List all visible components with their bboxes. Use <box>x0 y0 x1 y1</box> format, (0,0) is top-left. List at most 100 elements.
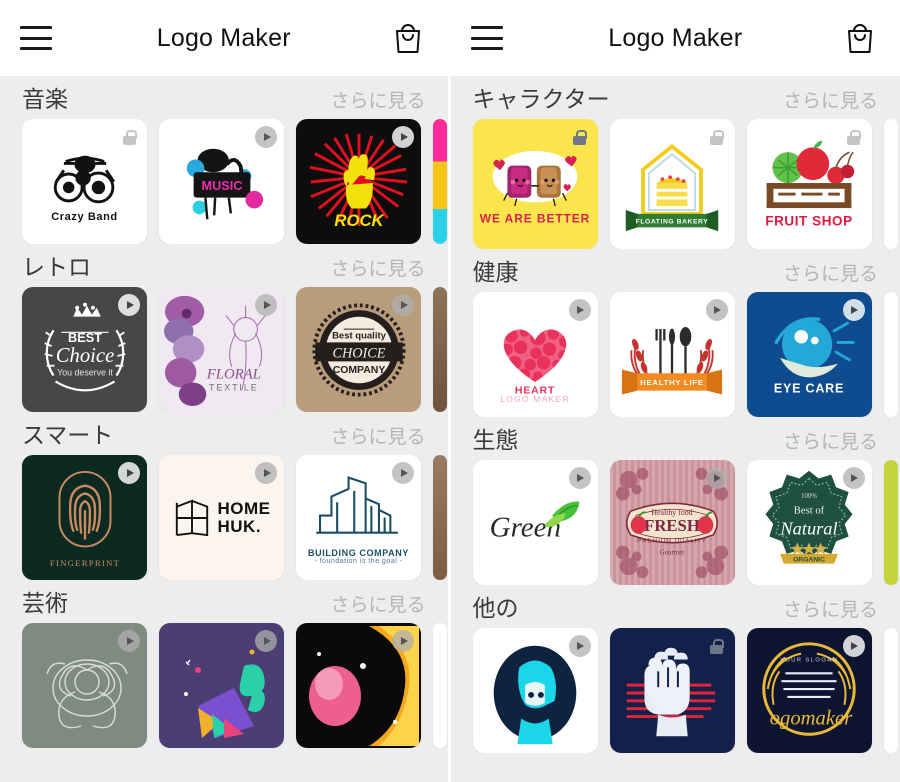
see-more-link[interactable]: さらに見る <box>330 86 425 113</box>
logo-card-partial[interactable] <box>433 455 447 580</box>
play-badge[interactable] <box>255 630 277 652</box>
play-badge[interactable] <box>255 294 277 316</box>
hamburger-menu-icon[interactable] <box>470 26 503 50</box>
logo-card-red-fist[interactable] <box>609 628 735 753</box>
play-badge[interactable] <box>568 467 591 489</box>
card-row[interactable]: Green Healthy food FRESH PREMIUM QUALITY… <box>451 460 900 585</box>
card-row[interactable]: YOUR SLOGAN ogomaker <box>451 628 900 753</box>
lock-badge[interactable] <box>843 126 865 148</box>
lock-icon <box>122 129 137 145</box>
svg-text:100%: 100% <box>801 492 817 499</box>
play-badge[interactable] <box>118 630 140 652</box>
svg-text:Gourmet: Gourmet <box>660 549 685 556</box>
play-icon <box>577 642 584 650</box>
logo-card-partial[interactable] <box>883 119 898 249</box>
lock-badge[interactable] <box>569 126 591 148</box>
svg-text:Best quality: Best quality <box>332 330 387 341</box>
see-more-link[interactable]: さらに見る <box>783 259 878 286</box>
logo-card-partial[interactable] <box>883 292 898 417</box>
lock-badge[interactable] <box>706 126 728 148</box>
hamburger-menu-icon[interactable] <box>20 26 52 50</box>
logo-card-best-of-natural[interactable]: 100% Best of Natural ORGANIC <box>746 460 872 585</box>
logo-label-line1: HOME <box>217 498 271 518</box>
logo-card-grey-flower[interactable] <box>22 623 147 748</box>
see-more-link[interactable]: さらに見る <box>783 595 878 622</box>
svg-text:FRUIT SHOP: FRUIT SHOP <box>765 213 852 228</box>
logo-card-partial[interactable] <box>433 287 447 412</box>
card-row[interactable]: BEST Choice You deserve it FLORAL TEXTIL… <box>0 287 448 412</box>
see-more-link[interactable]: さらに見る <box>783 86 878 113</box>
play-icon <box>400 133 408 141</box>
play-badge[interactable] <box>568 299 591 321</box>
logo-card-building-company[interactable]: BUILDING COMPANY - foundation is the goa… <box>296 455 421 580</box>
logo-card-we-are-better[interactable]: WE ARE BETTER <box>472 119 598 249</box>
play-badge[interactable] <box>392 294 414 316</box>
logo-card-home-huk[interactable]: HOME HUK. <box>159 455 284 580</box>
play-badge[interactable] <box>118 294 140 316</box>
play-icon <box>126 637 134 645</box>
logo-card-purple-abstract[interactable] <box>159 623 284 748</box>
logo-card-heart-logo-maker[interactable]: HEART LOGO MAKER <box>472 292 598 417</box>
section-title: 他の <box>472 595 519 621</box>
logo-card-crazy-band[interactable]: Crazy Band <box>22 119 147 244</box>
logo-card-partial[interactable] <box>433 119 447 244</box>
logo-card-partial[interactable] <box>883 628 898 753</box>
logo-card-eye-care[interactable]: EYE CARE <box>746 292 872 417</box>
play-badge[interactable] <box>255 126 277 148</box>
svg-text:Best of: Best of <box>794 505 825 516</box>
svg-text:HEALTHY LIFE: HEALTHY LIFE <box>640 377 704 386</box>
logo-card-logomaker-badge[interactable]: YOUR SLOGAN ogomaker <box>746 628 872 753</box>
see-more-link[interactable]: さらに見る <box>330 254 425 281</box>
logo-card-music-splash[interactable]: MUSIC <box>159 119 284 244</box>
logo-card-floral-textile[interactable]: FLORAL TEXTILE <box>159 287 284 412</box>
play-badge[interactable] <box>842 299 865 321</box>
play-badge[interactable] <box>392 630 414 652</box>
card-row[interactable]: FINGERPRINT HOME HUK. BUILDING COMPANY -… <box>0 455 448 580</box>
logo-card-green[interactable]: Green <box>472 460 598 585</box>
logo-card-choice-company[interactable]: Best quality CHOICE COMPANY <box>296 287 421 412</box>
left-scroll-content[interactable]: 音楽 さらに見る Crazy Band MUSIC ROCK レトロ さらに見る… <box>0 76 448 782</box>
play-badge[interactable] <box>392 126 414 148</box>
logo-card-healthy-life[interactable]: HEALTHY LIFE <box>609 292 735 417</box>
section-title: 生態 <box>472 427 519 453</box>
section-title: キャラクター <box>472 86 610 112</box>
logo-card-fresh-healthy-food[interactable]: Healthy food FRESH PREMIUM QUALITY Gourm… <box>609 460 735 585</box>
logo-card-partial[interactable] <box>883 460 898 585</box>
logo-card-rock[interactable]: ROCK <box>296 119 421 244</box>
logo-card-fingerprint[interactable]: FINGERPRINT <box>22 455 147 580</box>
shopping-bag-icon[interactable] <box>842 20 878 56</box>
logo-card-neon-portrait[interactable] <box>296 623 421 748</box>
lock-badge[interactable] <box>706 635 728 657</box>
lock-badge[interactable] <box>118 126 140 148</box>
svg-text:FLOATING BAKERY: FLOATING BAKERY <box>636 219 709 226</box>
logo-card-hooded-character[interactable] <box>472 628 598 753</box>
see-more-link[interactable]: さらに見る <box>783 427 878 454</box>
section-header: キャラクター さらに見る <box>451 76 900 119</box>
shopping-bag-icon[interactable] <box>390 20 426 56</box>
play-badge[interactable] <box>568 635 591 657</box>
logo-card-fruit-shop[interactable]: FRUIT SHOP <box>746 119 872 249</box>
play-badge[interactable] <box>842 467 865 489</box>
play-badge[interactable] <box>705 467 728 489</box>
page-title: Logo Maker <box>156 23 291 52</box>
play-badge[interactable] <box>118 462 140 484</box>
card-row[interactable] <box>0 623 448 748</box>
play-badge[interactable] <box>842 635 865 657</box>
play-badge[interactable] <box>705 299 728 321</box>
see-more-link[interactable]: さらに見る <box>330 422 425 449</box>
card-row[interactable]: Crazy Band MUSIC ROCK <box>0 119 448 244</box>
section-title: スマート <box>22 422 114 448</box>
logo-card-best-choice[interactable]: BEST Choice You deserve it <box>22 287 147 412</box>
logo-card-floating-bakery[interactable]: FLOATING BAKERY <box>609 119 735 249</box>
card-row[interactable]: WE ARE BETTER FLOATING BAKERY FRUIT SHOP <box>451 119 900 249</box>
card-row[interactable]: HEART LOGO MAKER HEALTHY LIFE EYE CARE <box>451 292 900 417</box>
see-more-link[interactable]: さらに見る <box>330 590 425 617</box>
svg-text:MUSIC: MUSIC <box>201 177 242 192</box>
logo-card-partial[interactable] <box>433 623 447 748</box>
section-art: 芸術 さらに見る <box>0 580 448 748</box>
play-badge[interactable] <box>255 462 277 484</box>
left-phone-screen: Logo Maker 音楽 さらに見る Crazy Band MUSIC ROC… <box>0 0 448 782</box>
right-scroll-content[interactable]: キャラクター さらに見る WE ARE BETTER FLOATING BAKE… <box>450 76 900 782</box>
svg-text:ORGANIC: ORGANIC <box>793 556 825 563</box>
play-badge[interactable] <box>392 462 414 484</box>
